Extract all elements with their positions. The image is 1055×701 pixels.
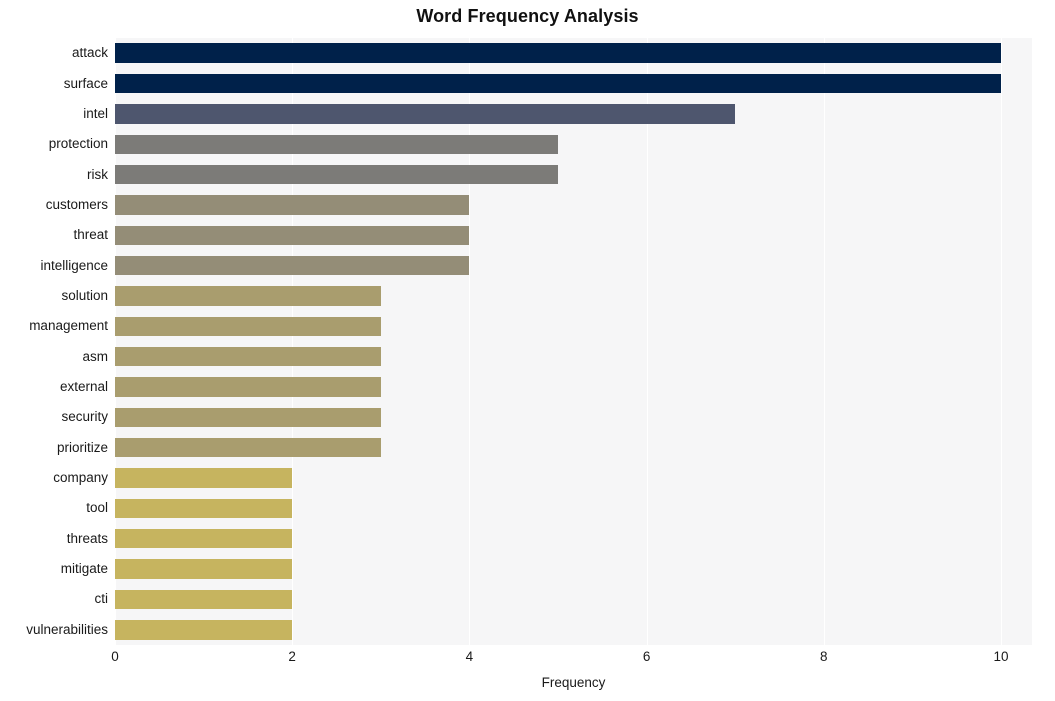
bar-asm[interactable] <box>115 346 381 367</box>
bar-threat[interactable] <box>115 225 470 245</box>
y-axis-label-threats: threats <box>66 530 108 546</box>
bar-row <box>115 498 1032 519</box>
bar-protection[interactable] <box>115 134 558 154</box>
bar-row <box>115 195 1032 215</box>
bar-security[interactable] <box>115 407 381 428</box>
bar-row <box>115 104 1032 124</box>
bar-row <box>115 377 1032 397</box>
bar-surface[interactable] <box>115 73 1001 94</box>
bar-row <box>115 407 1032 428</box>
bar-row <box>115 225 1032 245</box>
bar-vulnerabilities[interactable] <box>115 620 293 640</box>
word-frequency-chart: Word Frequency Analysis attack surface int… <box>0 0 1055 701</box>
plot-area <box>115 38 1032 645</box>
bar-tool[interactable] <box>115 498 293 519</box>
y-axis-label-risk: risk <box>87 166 108 182</box>
bar-row <box>115 255 1032 276</box>
y-axis-label-protection: protection <box>48 136 108 152</box>
bar-mitigate[interactable] <box>115 559 293 579</box>
bar-external[interactable] <box>115 377 381 397</box>
y-axis-label-intel: intel <box>83 105 108 121</box>
x-tick-label-4: 4 <box>465 649 474 664</box>
y-axis-label-external: external <box>59 379 108 395</box>
bar-solution[interactable] <box>115 286 381 306</box>
y-axis-label-surface: surface <box>63 75 108 91</box>
bar-row <box>115 346 1032 367</box>
y-axis-label-company: company <box>53 470 108 486</box>
bar-row <box>115 438 1032 458</box>
x-tick-label-0: 0 <box>111 649 119 664</box>
y-axis-label-management: management <box>29 318 108 334</box>
bar-row <box>115 43 1032 63</box>
y-axis-label-cti: cti <box>94 591 109 607</box>
y-axis-label-solution: solution <box>61 287 108 303</box>
x-tick-label-8: 8 <box>820 649 828 664</box>
y-axis-label-vulnerabilities: vulnerabilities <box>26 621 108 637</box>
bar-customers[interactable] <box>115 195 470 215</box>
y-axis-label-prioritize: prioritize <box>56 439 108 455</box>
bar-intelligence[interactable] <box>115 255 470 276</box>
x-tick-label-10: 10 <box>993 649 1009 664</box>
bar-attack[interactable] <box>115 43 1001 63</box>
bar-cti[interactable] <box>115 589 293 610</box>
bars-layer <box>115 38 1032 645</box>
y-axis-label-tool: tool <box>86 500 108 516</box>
bar-row <box>115 134 1032 154</box>
y-axis-label-security: security <box>61 409 108 425</box>
bar-row <box>115 73 1032 94</box>
bar-row <box>115 559 1032 579</box>
bar-row <box>115 468 1032 488</box>
bar-prioritize[interactable] <box>115 438 381 458</box>
bar-row <box>115 316 1032 337</box>
bar-intel[interactable] <box>115 104 736 124</box>
bar-row <box>115 620 1032 640</box>
x-axis-title: Frequency <box>541 675 606 690</box>
x-axis-tick-labels: 0 2 4 6 8 10 <box>111 649 1032 670</box>
y-axis-label-customers: customers <box>45 196 108 212</box>
x-tick-label-6: 6 <box>642 649 651 664</box>
y-axis-label-threat: threat <box>73 227 108 243</box>
bar-company[interactable] <box>115 468 293 488</box>
bar-row <box>115 164 1032 185</box>
y-axis-labels: attack surface intel protection risk customer… <box>0 38 108 645</box>
y-axis-label-asm: asm <box>82 348 108 364</box>
y-axis-label-intelligence: intelligence <box>40 257 108 273</box>
chart-title: Word Frequency Analysis <box>416 6 639 26</box>
bar-risk[interactable] <box>115 164 558 185</box>
bar-row <box>115 286 1032 306</box>
y-axis-label-mitigate: mitigate <box>60 561 108 577</box>
bar-row <box>115 589 1032 610</box>
bar-row <box>115 529 1032 549</box>
x-tick-label-2: 2 <box>288 649 296 664</box>
bar-management[interactable] <box>115 316 381 337</box>
bar-threats[interactable] <box>115 529 293 549</box>
y-axis-label-attack: attack <box>71 45 108 61</box>
